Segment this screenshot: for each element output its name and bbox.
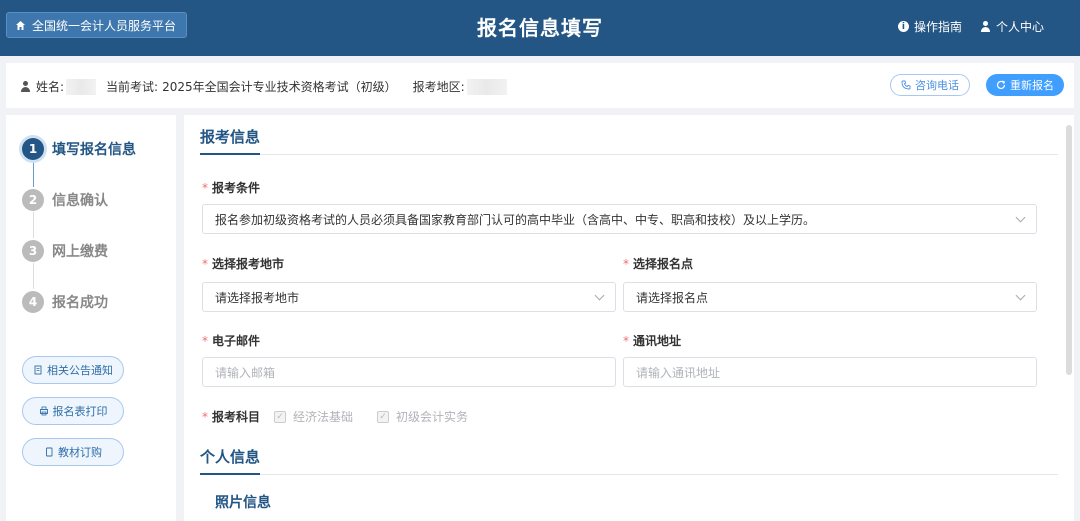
chevron-down-icon [594,290,605,300]
step-label: 填写报名信息 [52,142,136,158]
step-label: 网上缴费 [52,244,108,260]
chevron-down-icon [1015,290,1026,300]
progress-sidebar: 1 填写报名信息 2 信息确认 3 网上缴费 4 报名成功 相关公告通知 报名表… [6,115,176,521]
print-form-label: 报名表打印 [52,405,108,418]
photo-info-title: 照片信息 [215,495,271,511]
step-4-success: 4 报名成功 [22,291,108,313]
step-3-payment: 3 网上缴费 [22,240,108,262]
subjects-field-label: * 报考科目 [202,410,261,424]
step-1-fill-info: 1 填写报名信息 [22,138,136,160]
step-2-confirm: 2 信息确认 [22,189,108,211]
exam-info-section-header: 报考信息 [200,115,1058,155]
address-placeholder: 请输入通讯地址 [636,365,721,380]
document-icon [34,365,42,375]
subjects-row: * 报考科目 ✓ 经济法基础 ✓ 初级会计实务 [202,408,468,425]
section-title-personal: 个人信息 [200,446,261,475]
top-bar: 全国统一会计人员服务平台 报名信息填写 i 操作指南 个人中心 [0,0,1080,56]
city-placeholder: 请选择报考地市 [215,290,300,305]
condition-value: 报名参加初级资格考试的人员必须具备国家教育部门认可的高中毕业（含高中、中专、职高… [215,212,816,227]
region-value-redacted [466,78,507,95]
required-mark: * [623,334,629,348]
registration-form: 报考信息 * 报考条件 报名参加初级资格考试的人员必须具备国家教育部门认可的高中毕… [184,115,1074,521]
subject-label: 初级会计实务 [396,410,469,424]
region-label: 报考地区: [412,80,465,94]
site-field-label: * 选择报名点 [623,257,694,271]
candidate-info-bar: 姓名: 当前考试: 2025年全国会计专业技术资格考试（初级） 报考地区: 咨询… [6,63,1074,108]
email-field-label: * 电子邮件 [202,334,261,348]
required-mark: * [202,410,208,424]
step-connector [33,161,34,187]
step-number: 2 [22,189,44,211]
printer-icon [39,406,48,416]
condition-field-label: * 报考条件 [202,181,261,195]
site-select[interactable]: 请选择报名点 [623,282,1037,312]
address-field-label: * 通讯地址 [623,334,682,348]
operation-guide-link[interactable]: i 操作指南 [897,18,962,35]
user-center-label: 个人中心 [995,20,1044,34]
user-center-link[interactable]: 个人中心 [980,18,1044,35]
email-field[interactable]: 请输入邮箱 [202,357,616,387]
site-placeholder: 请选择报名点 [636,290,709,305]
print-form-button[interactable]: 报名表打印 [22,397,124,425]
city-field-label: * 选择报考地市 [202,257,285,271]
consult-phone-button[interactable]: 咨询电话 [890,74,970,96]
step-connector [33,263,34,289]
section-title-exam: 报考信息 [200,126,261,155]
step-label: 信息确认 [52,193,108,209]
consult-phone-label: 咨询电话 [915,79,959,92]
reapply-button[interactable]: 重新报名 [986,74,1064,96]
announcement-label: 相关公告通知 [47,364,113,377]
required-mark: * [623,257,629,271]
required-mark: * [202,181,208,195]
book-icon [46,447,53,457]
step-label: 报名成功 [52,295,108,311]
step-number: 4 [22,291,44,313]
city-select[interactable]: 请选择报考地市 [202,282,616,312]
required-mark: * [202,257,208,271]
subject-checkbox[interactable]: ✓ [377,410,390,423]
textbook-order-label: 教材订购 [58,446,102,459]
user-icon [20,81,31,92]
refresh-icon [996,80,1006,90]
step-connector [33,212,34,238]
required-mark: * [202,334,208,348]
operation-guide-label: 操作指南 [913,20,962,34]
name-label: 姓名: [36,80,65,94]
phone-icon [901,80,911,90]
step-number: 3 [22,240,44,262]
condition-select[interactable]: 报名参加初级资格考试的人员必须具备国家教育部门认可的高中毕业（含高中、中专、职高… [202,204,1037,234]
scrollbar[interactable] [1066,125,1072,375]
name-value-redacted [66,78,97,95]
personal-info-section-header: 个人信息 [200,435,1058,475]
exam-label: 当前考试: [106,80,159,94]
user-icon [980,21,991,32]
step-number: 1 [22,138,44,160]
reapply-label: 重新报名 [1010,79,1054,92]
exam-value: 2025年全国会计专业技术资格考试（初级） [162,80,397,94]
chevron-down-icon [1015,212,1026,222]
address-field[interactable]: 请输入通讯地址 [623,357,1037,387]
subject-label: 经济法基础 [293,410,354,424]
email-placeholder: 请输入邮箱 [215,365,276,380]
textbook-order-button[interactable]: 教材订购 [22,438,124,466]
announcement-button[interactable]: 相关公告通知 [22,356,124,384]
subject-checkbox[interactable]: ✓ [274,410,287,423]
info-icon: i [897,21,909,32]
